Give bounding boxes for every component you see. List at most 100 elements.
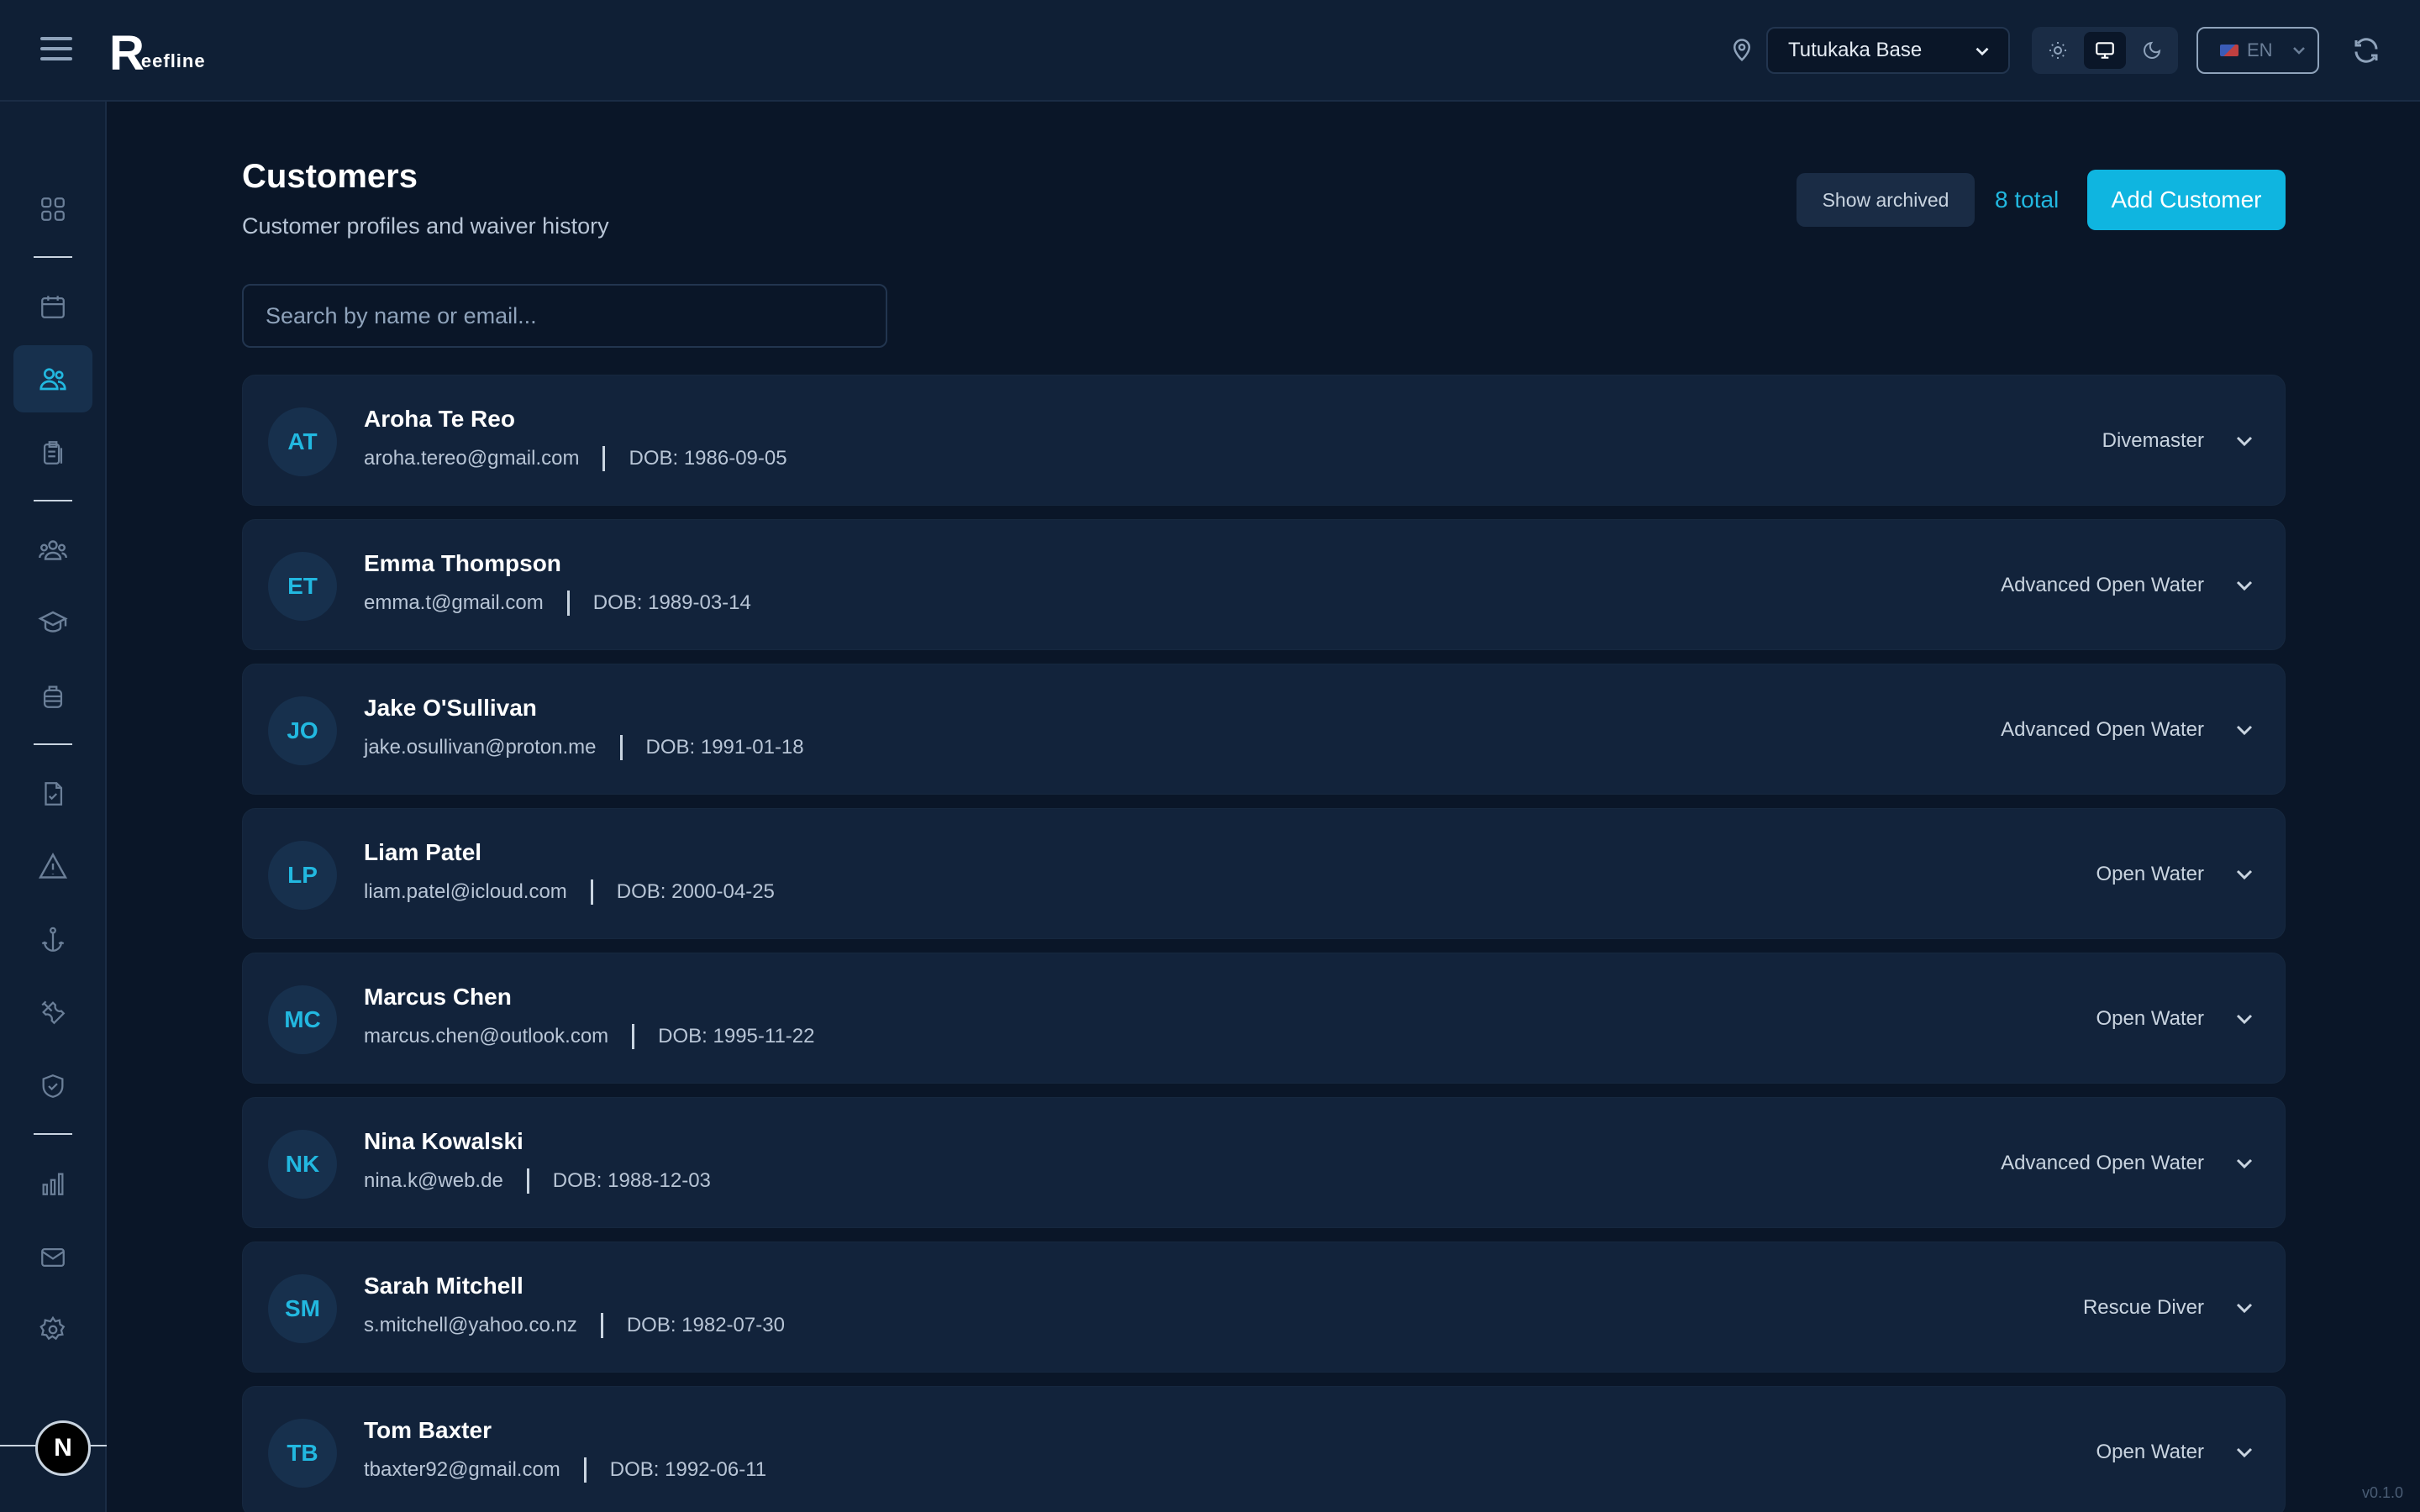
customer-name: Liam Patel [364,839,482,865]
customer-dob: DOB: 1991-01-18 [645,736,804,759]
shield-check-icon [42,1074,64,1098]
customer-dob: DOB: 1988-12-03 [552,1169,711,1192]
sidebar-item-messages[interactable] [13,1224,92,1291]
sidebar-item-incidents[interactable] [13,832,92,900]
customer-meta: nina.k@web.de DOB: 1988-12-03 [364,1168,711,1194]
sidebar-item-boats[interactable] [13,906,92,974]
sidebar-item-groups[interactable] [13,517,92,584]
expand-button[interactable] [2229,859,2260,890]
customer-avatar: LP [268,841,337,910]
bar-chart-icon [42,1173,64,1195]
top-bar: R eefline Tutukaka Base EN [0,0,2420,102]
search-input[interactable] [242,284,887,348]
chevron-down-icon [1975,47,1989,56]
chevron-down-icon [2293,47,2305,55]
customer-list: AT Aroha Te Reo aroha.tereo@gmail.com DOB… [242,375,2286,1512]
add-customer-button[interactable]: Add Customer [2087,170,2286,230]
certification-level: Advanced Open Water [2001,1152,2204,1174]
light-theme-button[interactable] [2037,32,2079,69]
sidebar-item-customers[interactable] [13,345,92,412]
menu-icon[interactable] [40,37,72,64]
sidebar-item-waivers[interactable] [13,760,92,827]
customer-meta: aroha.tereo@gmail.com DOB: 1986-09-05 [364,446,787,471]
group-icon [39,540,67,560]
users-icon [39,368,66,391]
sidebar-item-calendar[interactable] [13,273,92,340]
anchor-icon [41,927,65,952]
customer-row[interactable]: TB Tom Baxter tbaxter92@gmail.com DOB: 19… [242,1386,2286,1512]
calendar-icon [41,296,65,318]
meta-divider [632,1024,635,1049]
system-theme-button[interactable] [2084,32,2126,69]
clipboard-icon [43,441,63,465]
meta-divider [590,879,593,905]
customer-avatar: SM [268,1274,337,1343]
sidebar-item-reports[interactable] [13,1150,92,1217]
meta-divider [526,1168,529,1194]
sidebar: N [0,102,107,1512]
expand-button[interactable] [2229,1004,2260,1034]
expand-button[interactable] [2229,715,2260,745]
meta-divider [602,446,606,471]
location-select[interactable]: Tutukaka Base [1766,27,2010,74]
customer-name: Jake O'Sullivan [364,695,537,721]
certification-level: Divemaster [2102,429,2204,452]
customer-row[interactable]: ET Emma Thompson emma.t@gmail.com DOB: 19… [242,519,2286,650]
customer-row[interactable]: JO Jake O'Sullivan jake.osullivan@proton… [242,664,2286,795]
expand-button[interactable] [2229,426,2260,456]
sidebar-item-courses[interactable] [13,589,92,656]
customer-avatar: JO [268,696,337,765]
certification-level: Open Water [2096,863,2205,885]
chevron-down-icon [2236,436,2253,447]
expand-button[interactable] [2229,1437,2260,1467]
sun-icon [2049,42,2066,59]
customer-dob: DOB: 1992-06-11 [609,1458,767,1481]
meta-divider [583,1457,587,1483]
dark-theme-button[interactable] [2131,32,2173,69]
app-version: v0.1.0 [2361,1484,2403,1501]
expand-button[interactable] [2229,1148,2260,1179]
certification-level: Advanced Open Water [2001,574,2204,596]
graduation-cap-icon [38,611,68,633]
logo-letter: R [109,26,145,81]
sidebar-item-dashboard[interactable] [13,176,92,243]
customer-email: liam.patel@icloud.com [364,880,567,903]
customer-row[interactable]: MC Marcus Chen marcus.chen@outlook.com DO… [242,953,2286,1084]
app-logo[interactable]: R eefline [109,25,206,81]
show-archived-button[interactable]: Show archived [1797,173,1975,227]
meta-divider [566,591,570,616]
customer-meta: jake.osullivan@proton.me DOB: 1991-01-18 [364,735,804,760]
sidebar-divider [34,743,72,745]
page-title: Customers [242,158,418,195]
sidebar-item-clipboard[interactable] [13,419,92,486]
customer-dob: DOB: 1995-11-22 [658,1025,815,1047]
sidebar-item-compliance[interactable] [13,1053,92,1120]
refresh-icon[interactable] [2351,35,2381,66]
sidebar-item-settings[interactable] [13,1296,92,1363]
expand-button[interactable] [2229,570,2260,601]
sidebar-divider [34,1133,72,1135]
expand-button[interactable] [2229,1293,2260,1323]
customer-row[interactable]: NK Nina Kowalski nina.k@web.de DOB: 1988-… [242,1097,2286,1228]
customer-name: Sarah Mitchell [364,1273,523,1299]
sidebar-item-equipment[interactable] [13,663,92,730]
document-check-icon [45,782,63,806]
customer-name: Aroha Te Reo [364,406,515,432]
theme-switcher [2032,27,2178,74]
chevron-down-icon [2236,1014,2253,1025]
sidebar-item-maintenance[interactable] [13,979,92,1046]
certification-level: Rescue Diver [2082,1296,2204,1319]
customer-avatar: AT [268,407,337,476]
meta-divider [619,735,623,760]
language-select[interactable]: EN [2196,27,2319,74]
customer-row[interactable]: AT Aroha Te Reo aroha.tereo@gmail.com DOB… [242,375,2286,506]
customer-avatar: MC [268,985,337,1054]
warning-icon [38,853,68,879]
customer-email: tbaxter92@gmail.com [364,1458,560,1481]
user-avatar[interactable]: N [35,1420,91,1476]
location-select-value: Tutukaka Base [1788,39,1923,61]
customer-row[interactable]: LP Liam Patel liam.patel@icloud.com DOB: … [242,808,2286,939]
customer-name: Nina Kowalski [364,1128,523,1154]
customer-row[interactable]: SM Sarah Mitchell s.mitchell@yahoo.co.nz… [242,1242,2286,1373]
customer-email: s.mitchell@yahoo.co.nz [364,1314,577,1336]
